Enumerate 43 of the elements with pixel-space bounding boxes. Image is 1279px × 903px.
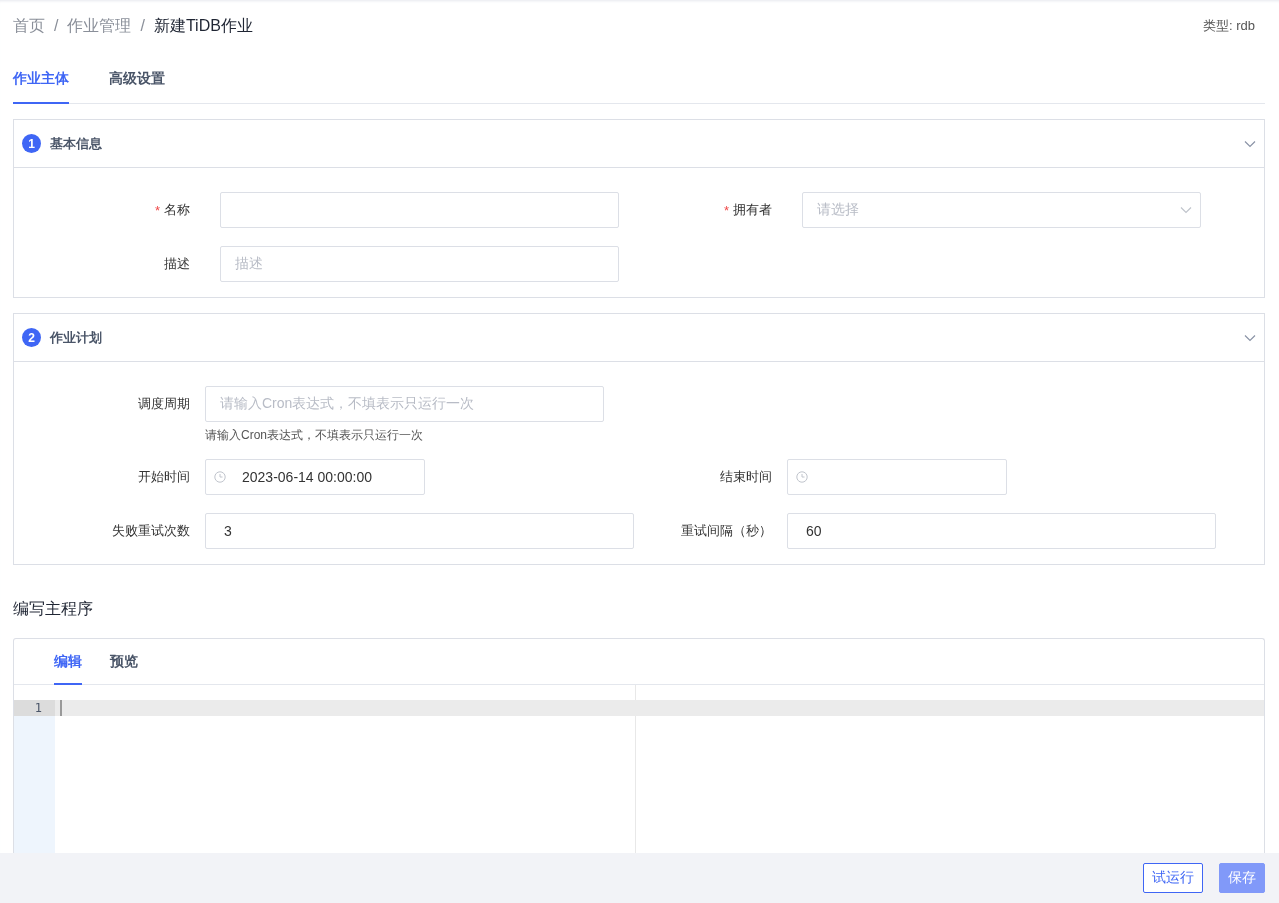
step-number: 1 <box>22 134 41 153</box>
line-number: 1 <box>14 700 55 716</box>
input-field[interactable]: 60 <box>787 513 1216 549</box>
save-button[interactable]: 保存 <box>1219 863 1265 893</box>
field-label: 描述 <box>164 255 190 273</box>
section-title: 基本信息 <box>50 134 103 153</box>
text-cursor <box>60 700 62 716</box>
breadcrumb-link[interactable]: 作业管理 <box>67 15 132 37</box>
type-label: 类型: rdb <box>1203 17 1255 35</box>
date-field[interactable]: 2023-06-14 00:00:00 <box>205 459 425 495</box>
code-area[interactable]: 1 <box>14 685 1264 853</box>
tab[interactable]: 作业主体 <box>13 58 69 104</box>
clock-icon <box>214 471 226 483</box>
step-number: 2 <box>22 328 41 347</box>
clock-icon <box>796 471 808 483</box>
breadcrumb-current: 新建TiDB作业 <box>153 15 253 36</box>
input-field[interactable] <box>220 192 619 228</box>
caret-icon <box>1180 206 1192 214</box>
tab[interactable]: 预览 <box>110 639 138 685</box>
section-title: 作业计划 <box>50 328 103 347</box>
breadcrumb-separator: / <box>54 17 59 35</box>
breadcrumb-separator: / <box>140 17 145 35</box>
tab[interactable]: 编辑 <box>54 639 82 685</box>
section-header[interactable]: 1 基本信息 <box>14 120 1264 168</box>
field-label: 结束时间 <box>720 468 772 486</box>
required-asterisk: * <box>154 202 160 218</box>
field-label: 开始时间 <box>138 468 190 486</box>
section-header[interactable]: 2 作业计划 <box>14 314 1264 362</box>
date-field[interactable] <box>787 459 1007 495</box>
run-button[interactable]: 试运行 <box>1143 863 1203 893</box>
field-label: 名称 <box>164 201 190 219</box>
field-label: 拥有者 <box>733 201 772 219</box>
breadcrumb-link[interactable]: 首页 <box>13 15 45 37</box>
section-heading: 编写主程序 <box>13 599 94 619</box>
tab[interactable]: 高级设置 <box>109 58 165 104</box>
field-label: 调度周期 <box>138 395 190 413</box>
required-asterisk: * <box>723 202 729 218</box>
chevron-icon[interactable] <box>1244 333 1256 342</box>
field-hint: 请输入Cron表达式，不填表示只运行一次 <box>205 427 424 444</box>
field-label: 失败重试次数 <box>112 522 190 540</box>
input-field[interactable]: 3 <box>205 513 634 549</box>
field-label: 重试间隔（秒） <box>681 522 772 540</box>
chevron-icon[interactable] <box>1244 139 1256 148</box>
